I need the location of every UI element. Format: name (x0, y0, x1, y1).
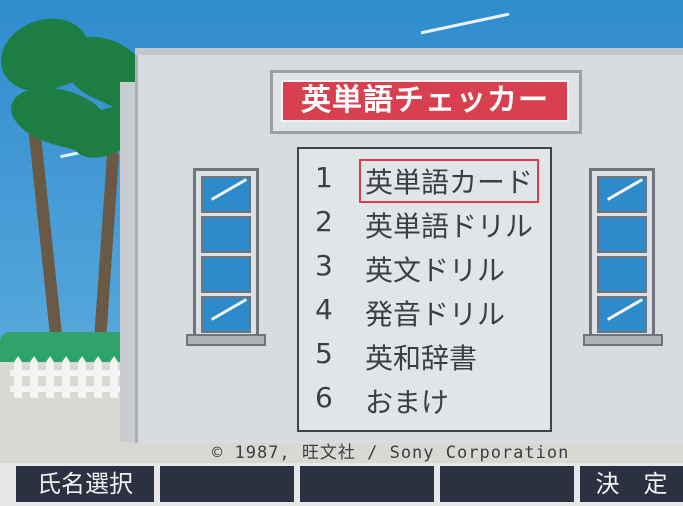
menu-item-label: 英単語カード (358, 159, 540, 203)
menu-item-word-drill[interactable]: 2 英単語ドリル (315, 205, 539, 243)
title-banner: 英単語チェッカー (281, 80, 569, 122)
menu-item-number: 3 (315, 249, 333, 282)
menu-item-label: 英和辞書 (365, 342, 478, 375)
softkey-blank-4[interactable] (440, 466, 574, 502)
title-sign: 英単語チェッカー (270, 70, 582, 134)
menu-item-dictionary[interactable]: 5 英和辞書 (315, 337, 539, 375)
menu-item-word-cards[interactable]: 1 英単語カード (315, 159, 540, 203)
window-sill (186, 334, 266, 346)
window-pane (597, 176, 647, 213)
main-menu: 1 英単語カード 2 英単語ドリル 3 英文ドリル 4 発音ドリル 5 英和辞書… (297, 147, 552, 432)
menu-item-label: 英単語ドリル (365, 210, 534, 243)
menu-item-number: 1 (315, 161, 333, 194)
window-pane (597, 256, 647, 293)
menu-item-number: 2 (315, 205, 333, 238)
menu-item-label: おまけ (365, 386, 450, 419)
softkey-select-name[interactable]: 氏名選択 (16, 466, 154, 502)
menu-item-pronunciation-drill[interactable]: 4 発音ドリル (315, 293, 539, 331)
window-sill (583, 334, 663, 346)
window-left (193, 168, 259, 342)
window-pane (201, 216, 251, 253)
window-pane (201, 176, 251, 213)
menu-item-number: 4 (315, 293, 333, 326)
game-title: 英単語チェッカー (301, 83, 549, 118)
window-pane (201, 296, 251, 333)
window-pane (597, 296, 647, 333)
menu-item-label: 英文ドリル (365, 254, 506, 287)
window-pane (597, 216, 647, 253)
menu-item-sentence-drill[interactable]: 3 英文ドリル (315, 249, 539, 287)
game-screen: 英単語チェッカー 1 英単語カード 2 英単語ドリル 3 英文ドリル 4 発音ド… (0, 0, 683, 506)
menu-item-number: 5 (315, 337, 333, 370)
menu-item-label: 発音ドリル (365, 298, 506, 331)
window-pane (201, 256, 251, 293)
softkey-confirm[interactable]: 決 定 (580, 466, 683, 502)
menu-item-number: 6 (315, 381, 333, 414)
menu-item-extras[interactable]: 6 おまけ (315, 381, 539, 419)
softkey-blank-3[interactable] (300, 466, 434, 502)
softkey-blank-2[interactable] (160, 466, 294, 502)
copyright-text: © 1987, 旺文社 / Sony Corporation (212, 443, 570, 463)
window-right (589, 168, 655, 342)
